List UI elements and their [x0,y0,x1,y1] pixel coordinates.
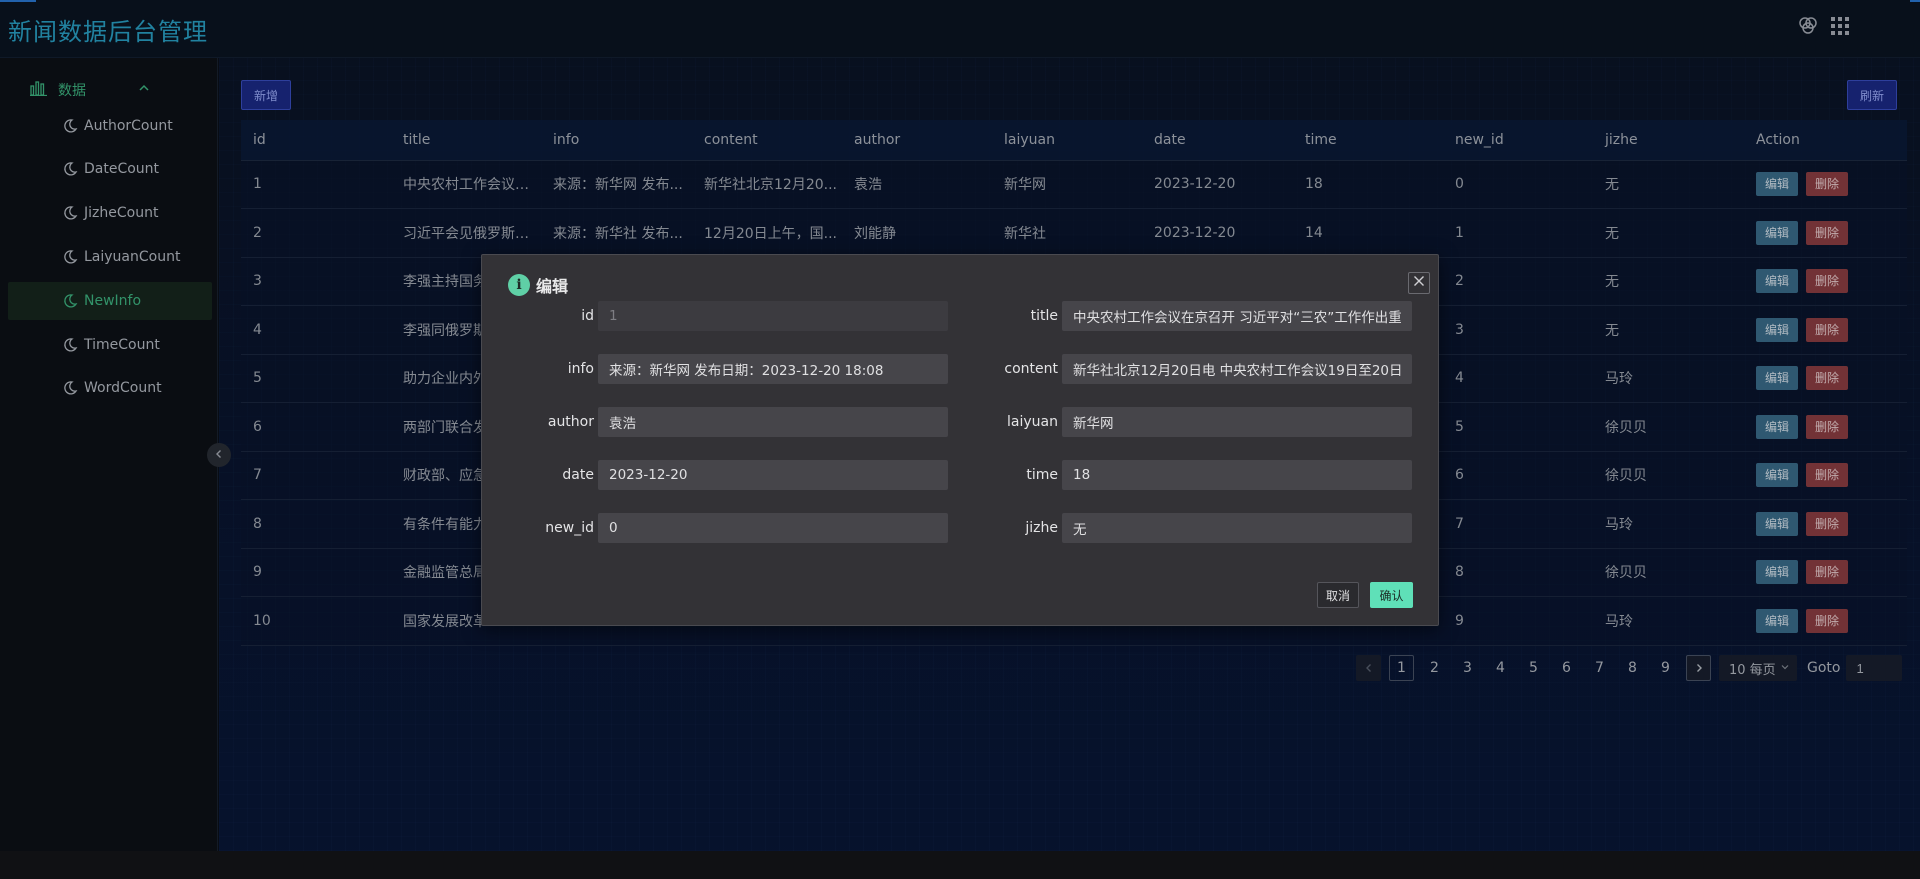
close-icon [1413,275,1425,291]
info-field[interactable] [598,354,948,384]
field-label-laiyuan: laiyuan [1007,414,1058,430]
field-label-new-id: new_id [545,520,594,536]
field-label-jizhe: jizhe [1025,520,1058,536]
field-label-id: id [581,308,594,324]
id-field[interactable] [598,301,948,331]
edit-dialog: i 编辑 id info author date new_id title co… [481,254,1439,626]
date-field[interactable] [598,460,948,490]
time-field[interactable] [1062,460,1412,490]
field-label-title: title [1030,308,1058,324]
confirm-button[interactable]: 确认 [1370,582,1413,608]
title-field[interactable] [1062,301,1412,331]
dialog-title: i 编辑 [508,273,568,297]
new-id-field[interactable] [598,513,948,543]
field-label-time: time [1026,467,1058,483]
field-label-date: date [562,467,594,483]
author-field[interactable] [598,407,948,437]
cancel-button[interactable]: 取消 [1317,582,1359,608]
jizhe-field[interactable] [1062,513,1412,543]
field-label-author: author [547,414,594,430]
field-label-info: info [567,361,594,377]
dialog-title-text: 编辑 [536,277,569,296]
close-button[interactable] [1408,272,1430,294]
field-label-content: content [1004,361,1058,377]
info-icon: i [508,274,530,296]
content-field[interactable] [1062,354,1412,384]
laiyuan-field[interactable] [1062,407,1412,437]
